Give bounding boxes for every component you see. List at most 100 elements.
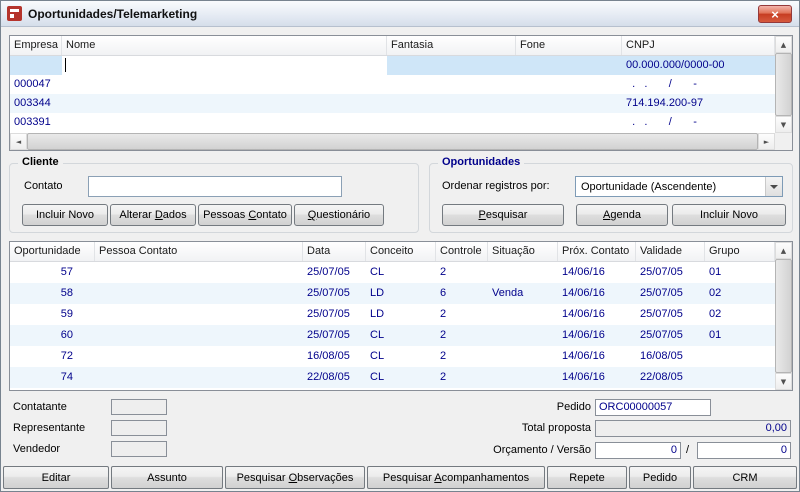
contatante-label: Contatante xyxy=(13,401,67,413)
cell-grupo: 01 xyxy=(705,325,775,346)
scroll-up-icon[interactable]: ▲ xyxy=(775,242,792,259)
orcamento-field[interactable]: 0 xyxy=(595,442,681,459)
scrollbar-thumb[interactable] xyxy=(775,53,792,116)
close-button[interactable]: × xyxy=(758,5,792,23)
representante-label: Representante xyxy=(13,422,85,434)
agenda-button[interactable]: Agenda xyxy=(576,204,668,226)
scroll-left-icon[interactable]: ◄ xyxy=(10,133,27,150)
opportunity-row[interactable]: 74 22/08/05 CL 2 14/06/16 22/08/05 xyxy=(10,367,775,388)
cell-validade: 22/08/05 xyxy=(636,367,705,388)
company-row-selected[interactable]: 00.000.000/0000-00 xyxy=(10,56,775,75)
cell-oportunidade: 74 xyxy=(10,367,95,388)
opportunity-row[interactable]: 57 25/07/05 CL 2 14/06/16 25/07/05 01 xyxy=(10,262,775,283)
cell-pessoa-contato xyxy=(95,325,303,346)
cell-pessoa-contato xyxy=(95,283,303,304)
cell-prox-contato: 14/06/16 xyxy=(558,325,636,346)
cell-data: 25/07/05 xyxy=(303,325,366,346)
pedido-field[interactable]: ORC00000057 xyxy=(595,399,711,416)
crm-button[interactable]: CRM xyxy=(693,466,797,489)
pesquisar-button[interactable]: Pesquisar xyxy=(442,204,564,226)
opportunity-row[interactable]: 72 16/08/05 CL 2 14/06/16 16/08/05 xyxy=(10,346,775,367)
contato-input[interactable] xyxy=(88,176,342,197)
pesquisar-observacoes-button[interactable]: Pesquisar Observações xyxy=(225,466,365,489)
opportunity-row[interactable]: 60 25/07/05 CL 2 14/06/16 25/07/05 01 xyxy=(10,325,775,346)
pesquisar-acompanhamentos-button[interactable]: Pesquisar Acompanhamentos xyxy=(367,466,545,489)
pessoas-contato-button[interactable]: Pessoas Contato xyxy=(198,204,292,226)
cell-nome xyxy=(62,75,387,94)
editar-button[interactable]: Editar xyxy=(3,466,109,489)
column-header-conceito[interactable]: Conceito xyxy=(366,242,436,261)
ordenar-select[interactable]: Oportunidade (Ascendente) xyxy=(575,176,783,197)
cell-grupo: 01 xyxy=(705,262,775,283)
chevron-down-icon xyxy=(765,177,782,196)
assunto-button[interactable]: Assunto xyxy=(111,466,223,489)
text-caret xyxy=(65,58,66,72)
versao-field[interactable]: 0 xyxy=(697,442,791,459)
column-header-situacao[interactable]: Situação xyxy=(488,242,558,261)
opportunities-grid: Oportunidade Pessoa Contato Data Conceit… xyxy=(9,241,793,391)
bottom-button-bar: Editar Assunto Pesquisar Observações Pes… xyxy=(3,466,797,489)
alterar-dados-button[interactable]: Alterar Dados xyxy=(110,204,196,226)
column-header-prox-contato[interactable]: Próx. Contato xyxy=(558,242,636,261)
pedido-label: Pedido xyxy=(481,401,591,413)
contatante-field xyxy=(111,399,167,415)
ordenar-selected-value: Oportunidade (Ascendente) xyxy=(576,181,765,193)
scroll-right-icon[interactable]: ► xyxy=(758,133,775,150)
app-window: Oportunidades/Telemarketing × Empresa No… xyxy=(0,0,800,492)
column-header-fantasia[interactable]: Fantasia xyxy=(387,36,516,55)
column-header-empresa[interactable]: Empresa xyxy=(10,36,62,55)
cell-empresa: 003391 xyxy=(10,113,62,132)
cell-situacao xyxy=(488,367,558,388)
scroll-down-icon[interactable]: ▼ xyxy=(775,373,792,390)
cell-validade: 16/08/05 xyxy=(636,346,705,367)
opportunities-grid-header: Oportunidade Pessoa Contato Data Conceit… xyxy=(10,242,775,262)
column-header-fone[interactable]: Fone xyxy=(516,36,622,55)
column-header-pessoa-contato[interactable]: Pessoa Contato xyxy=(95,242,303,261)
orcamento-versao-separator: / xyxy=(686,444,689,456)
opportunity-row[interactable]: 58 25/07/05 LD 6 Venda 14/06/16 25/07/05… xyxy=(10,283,775,304)
scrollbar-thumb[interactable] xyxy=(775,259,792,373)
cell-prox-contato: 14/06/16 xyxy=(558,304,636,325)
opportunity-row[interactable]: 59 25/07/05 LD 2 14/06/16 25/07/05 02 xyxy=(10,304,775,325)
cell-conceito: CL xyxy=(366,325,436,346)
pedido-button[interactable]: Pedido xyxy=(629,466,691,489)
cell-controle: 6 xyxy=(436,283,488,304)
cell-oportunidade: 57 xyxy=(10,262,95,283)
column-header-oportunidade[interactable]: Oportunidade xyxy=(10,242,95,261)
company-row[interactable]: 003391 . . / - xyxy=(10,113,775,132)
cell-fantasia xyxy=(387,94,516,113)
scroll-up-icon[interactable]: ▲ xyxy=(775,36,792,53)
vertical-scrollbar[interactable]: ▲ ▼ xyxy=(775,242,792,390)
contato-label: Contato xyxy=(24,180,63,192)
cell-pessoa-contato xyxy=(95,262,303,283)
repete-button[interactable]: Repete xyxy=(547,466,627,489)
column-header-grupo[interactable]: Grupo xyxy=(705,242,775,261)
company-row[interactable]: 003344 714.194.200-97 xyxy=(10,94,775,113)
title-bar[interactable]: Oportunidades/Telemarketing × xyxy=(1,1,799,27)
cliente-group-title: Cliente xyxy=(18,156,63,168)
column-header-validade[interactable]: Validade xyxy=(636,242,705,261)
column-header-cnpj[interactable]: CNPJ xyxy=(622,36,775,55)
cell-data: 16/08/05 xyxy=(303,346,366,367)
company-row[interactable]: 000047 . . / - xyxy=(10,75,775,94)
column-header-data[interactable]: Data xyxy=(303,242,366,261)
scrollbar-corner xyxy=(775,133,792,150)
questionario-button[interactable]: Questionário xyxy=(294,204,384,226)
cell-validade: 25/07/05 xyxy=(636,262,705,283)
incluir-novo-cliente-button[interactable]: Incluir Novo xyxy=(22,204,108,226)
oportunidades-buttons: Pesquisar Agenda Incluir Novo xyxy=(442,204,786,226)
horizontal-scrollbar[interactable]: ◄ ► xyxy=(10,133,775,150)
cell-fantasia xyxy=(387,113,516,132)
cell-controle: 2 xyxy=(436,325,488,346)
cell-fantasia xyxy=(387,56,516,75)
vertical-scrollbar[interactable]: ▲ ▼ xyxy=(775,36,792,133)
scroll-down-icon[interactable]: ▼ xyxy=(775,116,792,133)
cell-validade: 25/07/05 xyxy=(636,325,705,346)
cell-prox-contato: 14/06/16 xyxy=(558,283,636,304)
incluir-novo-oportunidade-button[interactable]: Incluir Novo xyxy=(672,204,786,226)
cell-conceito: CL xyxy=(366,262,436,283)
column-header-controle[interactable]: Controle xyxy=(436,242,488,261)
cliente-group: Cliente Contato Incluir Novo Alterar Dad… xyxy=(9,163,419,233)
column-header-nome[interactable]: Nome xyxy=(62,36,387,55)
scrollbar-thumb[interactable] xyxy=(27,133,758,150)
